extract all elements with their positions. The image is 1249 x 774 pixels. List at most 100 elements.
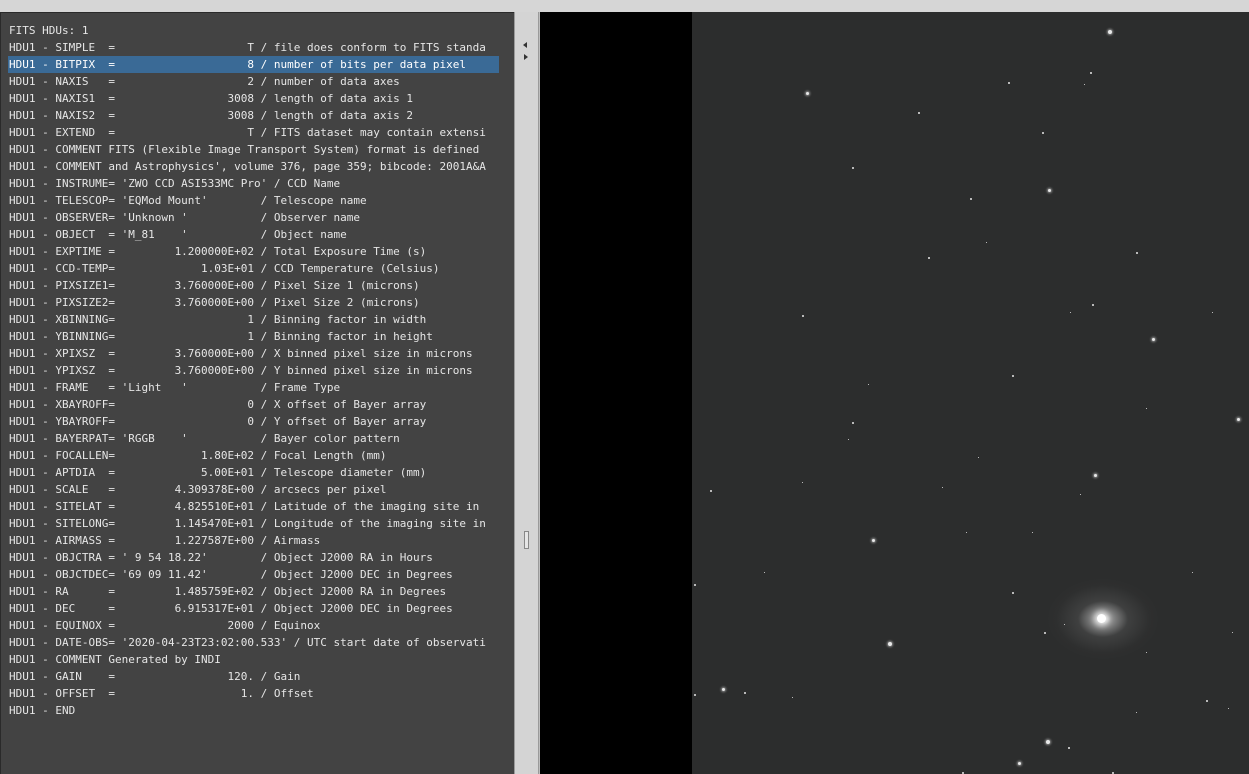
fits-header-line[interactable]: HDU1 - SITELONG= 1.145470E+01 / Longitud… — [8, 515, 499, 532]
star — [1094, 474, 1097, 477]
galaxy-m81-core — [1097, 614, 1106, 623]
star — [1228, 708, 1229, 709]
star — [1090, 72, 1092, 74]
star — [942, 487, 943, 488]
star — [1136, 252, 1138, 254]
star — [1018, 762, 1021, 765]
star — [918, 112, 920, 114]
fits-header-line[interactable]: HDU1 - DATE-OBS= '2020-04-23T23:02:00.53… — [8, 634, 499, 651]
fits-header-line[interactable]: HDU1 - PIXSIZE2= 3.760000E+00 / Pixel Si… — [8, 294, 499, 311]
star — [872, 539, 875, 542]
fits-header-line[interactable]: HDU1 - EQUINOX = 2000 / Equinox — [8, 617, 499, 634]
fits-header-line[interactable]: HDU1 - OBJCTDEC= '69 09 11.42' / Object … — [8, 566, 499, 583]
fits-header-line[interactable]: HDU1 - XBINNING= 1 / Binning factor in w… — [8, 311, 499, 328]
star — [1108, 30, 1112, 34]
collapse-left-arrow-icon[interactable] — [523, 42, 527, 48]
star — [764, 572, 765, 573]
star — [1046, 740, 1050, 744]
fits-header-line[interactable]: HDU1 - YBAYROFF= 0 / Y offset of Bayer a… — [8, 413, 499, 430]
star — [1136, 712, 1137, 713]
fits-header-line[interactable]: HDU1 - YBINNING= 1 / Binning factor in h… — [8, 328, 499, 345]
fits-header-line[interactable]: HDU1 - BAYERPAT= 'RGGB ' / Bayer color p… — [8, 430, 499, 447]
star — [1237, 418, 1240, 421]
star — [978, 457, 979, 458]
fits-header-line[interactable]: HDU1 - COMMENT FITS (Flexible Image Tran… — [8, 141, 499, 158]
star — [710, 490, 712, 492]
fits-image-viewer[interactable] — [540, 12, 1249, 774]
star — [970, 198, 972, 200]
fits-header-line[interactable]: HDU1 - END — [8, 702, 499, 719]
star — [868, 384, 869, 385]
fits-header-line[interactable]: HDU1 - EXTEND = T / FITS dataset may con… — [8, 124, 499, 141]
fits-header-line[interactable]: HDU1 - SCALE = 4.309378E+00 / arcsecs pe… — [8, 481, 499, 498]
fits-header-line[interactable]: HDU1 - XBAYROFF= 0 / X offset of Bayer a… — [8, 396, 499, 413]
fits-header-line[interactable]: HDU1 - OFFSET = 1. / Offset — [8, 685, 499, 702]
star — [848, 439, 849, 440]
splitter-grip-handle[interactable] — [524, 531, 529, 549]
star — [1068, 747, 1070, 749]
star — [1146, 652, 1147, 653]
star — [1192, 572, 1193, 573]
fits-header-line[interactable]: HDU1 - YPIXSZ = 3.760000E+00 / Y binned … — [8, 362, 499, 379]
fits-header-line[interactable]: HDU1 - OBJCTRA = ' 9 54 18.22' / Object … — [8, 549, 499, 566]
fits-hdu-count: FITS HDUs: 1 — [9, 24, 89, 37]
fits-header-line[interactable]: HDU1 - NAXIS = 2 / number of data axes — [8, 73, 499, 90]
star — [888, 642, 892, 646]
fits-header-list[interactable]: FITS HDUs: 1 HDU1 - SIMPLE = T / file do… — [8, 22, 514, 719]
fits-header-line[interactable]: HDU1 - RA = 1.485759E+02 / Object J2000 … — [8, 583, 499, 600]
star — [852, 167, 854, 169]
window-top-strip — [0, 0, 1249, 12]
star — [1042, 132, 1044, 134]
star — [1152, 338, 1155, 341]
star — [802, 315, 804, 317]
fits-header-line[interactable]: HDU1 - AIRMASS = 1.227587E+00 / Airmass — [8, 532, 499, 549]
star — [1084, 84, 1085, 85]
fits-header-line[interactable]: HDU1 - OBSERVER= 'Unknown ' / Observer n… — [8, 209, 499, 226]
collapse-right-arrow-icon[interactable] — [524, 54, 528, 60]
fits-header-line[interactable]: HDU1 - GAIN = 120. / Gain — [8, 668, 499, 685]
star — [852, 422, 854, 424]
star — [1064, 624, 1065, 625]
fits-header-line[interactable]: HDU1 - APTDIA = 5.00E+01 / Telescope dia… — [8, 464, 499, 481]
star — [806, 92, 809, 95]
fits-header-line[interactable]: HDU1 - INSTRUME= 'ZWO CCD ASI533MC Pro' … — [8, 175, 499, 192]
star — [802, 482, 803, 483]
star — [986, 242, 987, 243]
star — [1146, 408, 1147, 409]
fits-header-line[interactable]: HDU1 - OBJECT = 'M_81 ' / Object name — [8, 226, 499, 243]
star — [1080, 494, 1081, 495]
star — [1092, 304, 1094, 306]
fits-header-line[interactable]: HDU1 - FOCALLEN= 1.80E+02 / Focal Length… — [8, 447, 499, 464]
fits-header-line[interactable]: HDU1 - FRAME = 'Light ' / Frame Type — [8, 379, 499, 396]
star — [722, 688, 725, 691]
star — [928, 257, 930, 259]
star — [1212, 312, 1213, 313]
fits-header-line[interactable]: HDU1 - SITELAT = 4.825510E+01 / Latitude… — [8, 498, 499, 515]
star — [1232, 632, 1233, 633]
fits-header-line[interactable]: HDU1 - SIMPLE = T / file does conform to… — [8, 39, 499, 56]
fits-header-line[interactable]: HDU1 - EXPTIME = 1.200000E+02 / Total Ex… — [8, 243, 499, 260]
fits-header-line[interactable]: HDU1 - NAXIS2 = 3008 / length of data ax… — [8, 107, 499, 124]
star — [792, 697, 793, 698]
fits-header-line[interactable]: HDU1 - COMMENT Generated by INDI — [8, 651, 499, 668]
fits-header-line[interactable]: HDU1 - DEC = 6.915317E+01 / Object J2000… — [8, 600, 499, 617]
fits-header-line[interactable]: HDU1 - CCD-TEMP= 1.03E+01 / CCD Temperat… — [8, 260, 499, 277]
star — [694, 584, 696, 586]
fits-header-line[interactable]: HDU1 - TELESCOP= 'EQMod Mount' / Telesco… — [8, 192, 499, 209]
star — [1012, 375, 1014, 377]
star — [1012, 592, 1014, 594]
fits-header-line[interactable]: HDU1 - BITPIX = 8 / number of bits per d… — [8, 56, 499, 73]
star — [1008, 82, 1010, 84]
fits-header-panel[interactable]: FITS HDUs: 1 HDU1 - SIMPLE = T / file do… — [0, 12, 514, 774]
star — [1206, 700, 1208, 702]
fits-header-line[interactable]: HDU1 - COMMENT and Astrophysics', volume… — [8, 158, 499, 175]
fits-header-line[interactable]: HDU1 - NAXIS1 = 3008 / length of data ax… — [8, 90, 499, 107]
star — [1048, 189, 1051, 192]
star — [744, 692, 746, 694]
fits-header-line[interactable]: HDU1 - XPIXSZ = 3.760000E+00 / X binned … — [8, 345, 499, 362]
splitter-bar[interactable] — [514, 12, 539, 774]
star — [1044, 632, 1046, 634]
star — [1032, 532, 1033, 533]
fits-header-line[interactable]: HDU1 - PIXSIZE1= 3.760000E+00 / Pixel Si… — [8, 277, 499, 294]
star — [1070, 312, 1071, 313]
